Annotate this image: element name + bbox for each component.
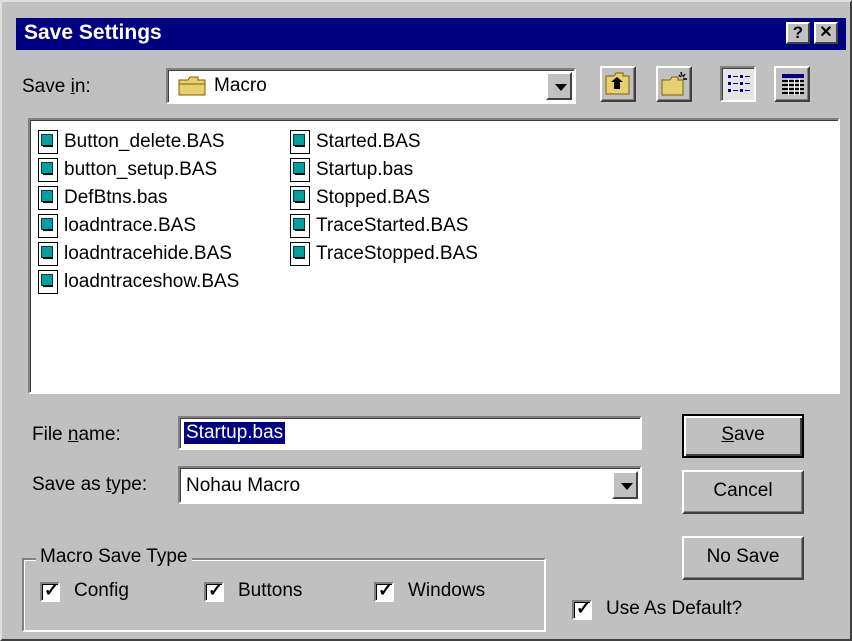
macro-save-type-legend: Macro Save Type — [36, 546, 192, 568]
list-view-button[interactable] — [720, 66, 756, 102]
document-icon — [38, 158, 58, 182]
file-name: button_setup.BAS — [64, 159, 218, 180]
file-name-label: File name: — [32, 424, 121, 445]
file-name: TraceStopped.BAS — [316, 243, 478, 264]
file-name: DefBtns.bas — [64, 187, 168, 208]
document-icon — [290, 242, 310, 266]
macro-save-type-group: Macro Save Type ✓ Config ✓ Buttons ✓ Win… — [22, 546, 546, 632]
file-name: Button_delete.BAS — [64, 131, 225, 152]
file-item[interactable]: Button_delete.BAS — [38, 128, 288, 156]
use-as-default-label: Use As Default? — [606, 598, 743, 619]
save-in-value: Macro — [214, 75, 267, 96]
document-icon — [290, 158, 310, 182]
file-name-value: Startup.bas — [184, 422, 286, 444]
file-name: Startup.bas — [316, 159, 414, 180]
window-title: Save Settings — [24, 21, 162, 44]
title-bar[interactable]: Save Settings ? ✕ — [16, 18, 846, 50]
checkmark-icon: ✓ — [44, 580, 60, 600]
create-new-folder-button[interactable] — [656, 66, 692, 102]
file-name: loadntracehide.BAS — [64, 243, 232, 264]
config-checkbox[interactable]: ✓ — [40, 580, 60, 602]
file-item[interactable]: Stopped.BAS — [290, 184, 540, 212]
file-item[interactable]: Started.BAS — [290, 128, 540, 156]
file-name: loadntrace.BAS — [64, 215, 197, 236]
document-icon — [290, 186, 310, 210]
save-settings-dialog: Save Settings ? ✕ Save in: Macro Button_… — [0, 0, 852, 641]
save-in-label: Save in: — [22, 76, 91, 97]
document-icon — [38, 130, 58, 154]
use-as-default-checkbox[interactable]: ✓ — [572, 598, 592, 620]
new-folder-icon — [661, 71, 689, 103]
checkmark-icon: ✓ — [378, 580, 394, 600]
save-as-type-dropdown-button[interactable] — [612, 471, 638, 499]
file-item[interactable]: loadntraceshow.BAS — [38, 268, 288, 296]
file-item[interactable]: Startup.bas — [290, 156, 540, 184]
details-view-icon — [781, 73, 805, 101]
file-item[interactable]: TraceStopped.BAS — [290, 240, 540, 268]
file-item[interactable]: TraceStarted.BAS — [290, 212, 540, 240]
buttons-label: Buttons — [238, 580, 303, 601]
file-name: Started.BAS — [316, 131, 421, 152]
file-name: Stopped.BAS — [316, 187, 431, 208]
file-name-input[interactable]: Startup.bas — [178, 416, 642, 450]
file-list-column-2: Started.BAS Startup.bas Stopped.BAS Trac… — [290, 128, 540, 268]
windows-checkbox[interactable]: ✓ — [374, 580, 394, 602]
windows-label: Windows — [408, 580, 486, 601]
file-item[interactable]: loadntrace.BAS — [38, 212, 288, 240]
file-item[interactable]: button_setup.BAS — [38, 156, 288, 184]
list-view-icon — [727, 73, 751, 101]
document-icon — [38, 242, 58, 266]
save-as-type-value: Nohau Macro — [186, 475, 301, 496]
file-list[interactable]: Button_delete.BAS button_setup.BAS DefBt… — [28, 118, 840, 394]
up-folder-icon — [605, 72, 631, 102]
save-as-type-label: Save as type: — [32, 474, 148, 495]
config-label: Config — [74, 580, 129, 601]
buttons-checkbox[interactable]: ✓ — [204, 580, 224, 602]
document-icon — [38, 270, 58, 294]
save-button[interactable]: Save — [682, 414, 804, 458]
cancel-button[interactable]: Cancel — [682, 470, 804, 514]
checkmark-icon: ✓ — [576, 598, 592, 618]
close-button[interactable]: ✕ — [814, 22, 838, 44]
file-item[interactable]: DefBtns.bas — [38, 184, 288, 212]
checkmark-icon: ✓ — [208, 580, 224, 600]
document-icon — [290, 214, 310, 238]
save-in-dropdown-button[interactable] — [546, 72, 572, 100]
save-as-type-select[interactable]: Nohau Macro — [178, 466, 642, 504]
folder-icon — [178, 75, 208, 97]
document-icon — [38, 186, 58, 210]
file-list-column-1: Button_delete.BAS button_setup.BAS DefBt… — [38, 128, 288, 296]
no-save-button[interactable]: No Save — [682, 536, 804, 580]
file-name: loadntraceshow.BAS — [64, 271, 240, 292]
save-in-combobox[interactable]: Macro — [166, 68, 576, 104]
document-icon — [290, 130, 310, 154]
file-item[interactable]: loadntracehide.BAS — [38, 240, 288, 268]
file-name: TraceStarted.BAS — [316, 215, 469, 236]
help-button[interactable]: ? — [786, 22, 810, 44]
details-view-button[interactable] — [774, 66, 810, 102]
up-one-level-button[interactable] — [600, 66, 636, 102]
document-icon — [38, 214, 58, 238]
